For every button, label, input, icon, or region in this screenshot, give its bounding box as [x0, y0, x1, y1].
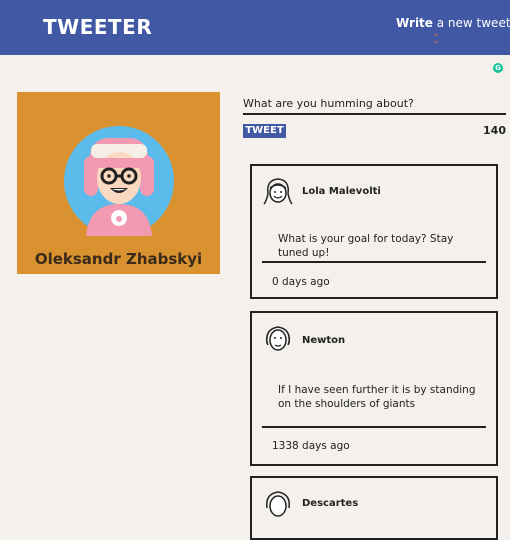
tweet-divider	[262, 426, 486, 428]
char-counter: 140	[483, 124, 506, 137]
tweet-button[interactable]: TWEET	[243, 124, 286, 138]
tweet-timestamp: 0 days ago	[272, 276, 330, 288]
user-avatar-icon	[265, 491, 291, 517]
tweet-author: Descartes	[302, 498, 359, 509]
tweet-text: If I have seen further it is by standing…	[278, 384, 476, 410]
tweet-card: Lola Malevolti What is your goal for tod…	[250, 164, 498, 299]
tweet-input[interactable]	[243, 93, 506, 115]
profile-card: Oleksandr Zhabskyi	[17, 92, 220, 274]
profile-name: Oleksandr Zhabskyi	[34, 250, 203, 268]
tweet-timestamp: 1338 days ago	[272, 440, 350, 452]
grammarly-icon[interactable]: G	[493, 63, 503, 73]
tweet-card: Newton If I have seen further it is by s…	[250, 311, 498, 466]
tweet-author: Newton	[302, 335, 346, 346]
write-link-rest: a new tweet	[432, 16, 510, 30]
app-logo[interactable]: TWEETER	[43, 15, 152, 39]
write-new-tweet-link[interactable]: Write a new tweet	[396, 16, 510, 30]
double-chevron-down-icon[interactable]: ⌄ ⌄	[432, 30, 440, 46]
profile-avatar	[64, 126, 174, 236]
user-avatar-icon	[263, 178, 293, 205]
write-link-bold: Write	[396, 16, 433, 30]
tweet-divider	[262, 261, 486, 263]
user-avatar-icon	[265, 326, 291, 351]
tweet-card: Descartes	[250, 476, 498, 540]
top-nav-bar: TWEETER Write a new tweet ⌄ ⌄	[0, 0, 510, 55]
tweet-author: Lola Malevolti	[302, 186, 381, 197]
tweet-text: What is your goal for today? Stay tuned …	[278, 233, 454, 259]
